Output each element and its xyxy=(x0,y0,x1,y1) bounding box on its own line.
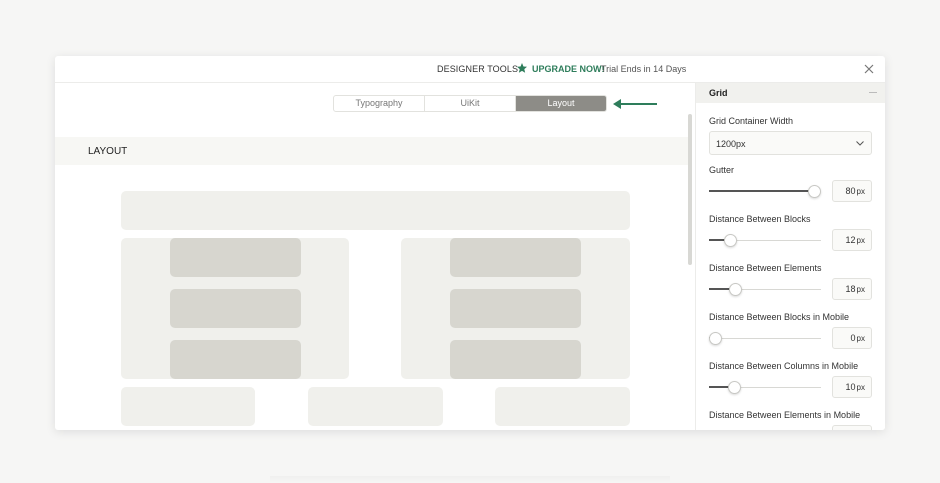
elements-mobile-input[interactable] xyxy=(832,425,872,430)
chevron-down-icon xyxy=(856,141,864,146)
trial-text: Trial Ends in 14 Days xyxy=(601,64,687,74)
designer-tools-window: DESIGNER TOOLS UPGRADE NOW! Trial Ends i… xyxy=(55,56,885,430)
elements-distance-slider[interactable] xyxy=(709,283,821,296)
slider-thumb[interactable] xyxy=(729,283,742,296)
container-width-select[interactable]: 1200px xyxy=(709,131,872,155)
top-bar: DESIGNER TOOLS UPGRADE NOW! Trial Ends i… xyxy=(55,56,885,83)
window-reflection xyxy=(270,476,670,483)
columns-mobile-slider[interactable] xyxy=(709,381,821,394)
container-width-label: Grid Container Width xyxy=(709,116,794,126)
columns-mobile-input[interactable]: 10px xyxy=(832,376,872,398)
placeholder-element xyxy=(450,238,581,277)
gutter-slider[interactable] xyxy=(709,185,821,198)
slider-thumb[interactable] xyxy=(709,332,722,345)
designer-tools-label: DESIGNER TOOLS xyxy=(437,64,519,74)
tab-bar: Typography UiKit Layout xyxy=(333,95,607,112)
panel-header: Grid xyxy=(696,83,885,103)
columns-mobile-label: Distance Between Columns in Mobile xyxy=(709,361,859,371)
elements-mobile-label: Distance Between Elements in Mobile xyxy=(709,410,861,420)
elements-distance-input[interactable]: 18px xyxy=(832,278,872,300)
placeholder-element xyxy=(170,340,301,379)
slider-thumb[interactable] xyxy=(728,381,741,394)
tab-layout[interactable]: Layout xyxy=(516,96,606,111)
placeholder-header-block xyxy=(121,191,630,230)
blocks-mobile-slider[interactable] xyxy=(709,332,821,345)
placeholder-element xyxy=(450,340,581,379)
container-width-value: 1200px xyxy=(716,139,746,149)
placeholder-column xyxy=(308,387,443,426)
grid-settings-panel: Grid Grid Container Width 1200px Gutter … xyxy=(695,83,885,430)
scrollbar[interactable] xyxy=(688,114,692,265)
close-icon[interactable] xyxy=(863,63,875,75)
layout-section-header: LAYOUT xyxy=(55,137,691,165)
tab-uikit[interactable]: UiKit xyxy=(425,96,516,111)
arrow-left-icon xyxy=(613,99,657,109)
blocks-distance-label: Distance Between Blocks xyxy=(709,214,811,224)
section-title: LAYOUT xyxy=(88,146,128,157)
preview-area: Typography UiKit Layout LAYOUT xyxy=(55,83,695,430)
placeholder-element xyxy=(170,238,301,277)
placeholder-element xyxy=(170,289,301,328)
gutter-input[interactable]: 80px xyxy=(832,180,872,202)
slider-thumb[interactable] xyxy=(724,234,737,247)
collapse-icon[interactable] xyxy=(869,92,877,93)
blocks-mobile-label: Distance Between Blocks in Mobile xyxy=(709,312,850,322)
panel-title: Grid xyxy=(709,88,728,98)
blocks-distance-input[interactable]: 12px xyxy=(832,229,872,251)
slider-thumb[interactable] xyxy=(808,185,821,198)
elements-distance-label: Distance Between Elements xyxy=(709,263,822,273)
blocks-mobile-input[interactable]: 0px xyxy=(832,327,872,349)
upgrade-now-link[interactable]: UPGRADE NOW! xyxy=(532,64,605,74)
placeholder-element xyxy=(450,289,581,328)
placeholder-column xyxy=(495,387,630,426)
blocks-distance-slider[interactable] xyxy=(709,234,821,247)
star-icon xyxy=(517,63,527,73)
tab-typography[interactable]: Typography xyxy=(334,96,425,111)
gutter-label: Gutter xyxy=(709,165,735,175)
placeholder-column xyxy=(121,387,255,426)
